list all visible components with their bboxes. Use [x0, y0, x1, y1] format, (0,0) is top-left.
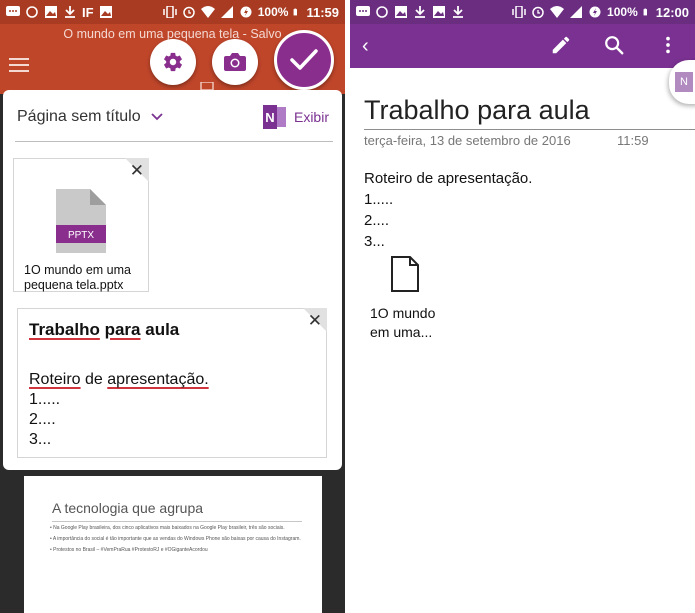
onenote-icon: N [262, 105, 286, 129]
download-icon [65, 6, 75, 18]
attachment-card[interactable]: ✕ PPTX 1O mundo em uma pequena tela.pptx [13, 158, 149, 292]
pencil-icon[interactable] [550, 34, 572, 56]
download-icon [453, 6, 463, 18]
battery-saver-icon [240, 6, 252, 18]
note-word: de [85, 371, 103, 388]
body-line: 2.... [364, 212, 390, 229]
wifi-icon [550, 6, 565, 18]
status-time: 12:00 [655, 4, 689, 20]
check-icon [290, 49, 318, 70]
page-time: 11:59 [617, 133, 649, 148]
onenote-icon: N [675, 72, 693, 92]
note-body: Roteiro de apresentação. 1..... 2.... 3.… [29, 370, 209, 450]
back-icon[interactable]: ‹ [362, 35, 369, 58]
note-word: apresentação. [107, 371, 209, 388]
alarm-icon [532, 6, 544, 18]
note-title-word: aula [145, 320, 180, 339]
note-line: 1..... [29, 391, 61, 408]
flipboard-icon: IF [82, 4, 94, 20]
camera-button[interactable] [212, 39, 258, 85]
close-icon[interactable]: ✕ [130, 161, 144, 181]
onenote-view-label: Exibir [293, 109, 329, 125]
file-name[interactable]: 1O mundo em uma... [370, 304, 450, 342]
vibrate-icon [512, 6, 526, 18]
message-icon [6, 6, 20, 16]
settings-button[interactable] [150, 39, 196, 85]
wifi-icon [200, 6, 215, 18]
hamburger-icon[interactable] [9, 58, 29, 72]
body-line: 1..... [364, 191, 394, 208]
page-body[interactable]: Roteiro de apresentação. 1..... 2.... 3.… [364, 168, 532, 252]
slide-bullets: • Na Google Play brasileira, dos cinco a… [50, 525, 310, 558]
note-card[interactable]: ✕ Trabalho para aula Roteiro de apresent… [17, 308, 327, 458]
chevron-down-icon [150, 113, 163, 121]
body-line: Roteiro de apresentação. [364, 170, 533, 187]
body-line: 3... [364, 233, 385, 250]
confirm-button[interactable] [274, 30, 334, 90]
slide-title: A tecnologia que agrupa [52, 500, 204, 516]
gear-icon [164, 52, 182, 72]
alarm-icon [183, 6, 195, 18]
left-screen: IF 100% 11:59 O mundo em uma pequena tel… [0, 0, 345, 613]
whatsapp-icon [26, 6, 38, 18]
page-name: Página sem título [17, 108, 141, 125]
note-word: Roteiro [29, 371, 81, 388]
note-line: 2.... [29, 411, 56, 428]
message-icon [356, 6, 370, 16]
battery-icon [294, 8, 298, 16]
whatsapp-icon [376, 6, 388, 18]
battery-saver-icon [589, 6, 601, 18]
divider [364, 129, 695, 130]
divider [52, 521, 302, 522]
onenote-view-button[interactable]: N Exibir [262, 104, 329, 130]
close-icon[interactable]: ✕ [308, 311, 322, 331]
attachment-name: 1O mundo em uma pequena tela.pptx [24, 263, 131, 292]
page-date: terça-feira, 13 de setembro de 2016 [364, 133, 571, 148]
battery-percent: 100% [607, 5, 638, 19]
battery-icon [643, 8, 647, 16]
divider [15, 141, 333, 142]
download-icon [415, 6, 425, 18]
onenote-floating-tab[interactable]: N [669, 60, 695, 104]
more-vert-icon[interactable] [657, 34, 679, 56]
search-icon[interactable] [603, 34, 625, 56]
share-card: Página sem título N Exibir ✕ PPTX 1O mun… [3, 90, 342, 470]
camera-icon [224, 53, 246, 71]
vibrate-icon [163, 6, 177, 18]
slide-preview: A tecnologia que agrupa • Na Google Play… [24, 476, 322, 613]
image-icon [99, 6, 112, 18]
file-icon[interactable] [390, 256, 420, 292]
note-title: Trabalho para aula [29, 320, 179, 340]
page-title[interactable]: Trabalho para aula [364, 95, 590, 126]
image-icon [395, 6, 407, 18]
note-title-word: para [104, 320, 141, 339]
image-icon [45, 6, 57, 18]
page-selector[interactable]: Página sem título [17, 108, 163, 126]
file-name-line: em uma... [370, 324, 433, 340]
svg-text:N: N [265, 110, 274, 125]
battery-percent: 100% [257, 5, 289, 19]
status-bar: 100% 12:00 [350, 0, 695, 24]
status-bar: IF 100% 11:59 [0, 0, 345, 24]
signal-icon [570, 6, 583, 18]
right-screen: 100% 12:00 ‹ N Trabalho para aula terça-… [350, 0, 695, 613]
slide-bullet: • A importância do social é tão importan… [50, 536, 301, 542]
status-time: 11:59 [306, 4, 339, 20]
file-icon: PPTX [56, 189, 106, 253]
slide-bullet: • Na Google Play brasileira, dos cinco a… [50, 525, 285, 531]
slide-bullet: • Protestos no Brasil – #VemPraRua #Prot… [50, 547, 208, 553]
file-type-badge: PPTX [68, 230, 94, 241]
note-line: 3... [29, 431, 52, 448]
app-bar: ‹ [350, 24, 695, 68]
signal-icon [220, 6, 233, 18]
file-name-line: 1O mundo [370, 305, 436, 321]
image-icon [433, 6, 445, 18]
note-title-word: Trabalho [29, 320, 100, 339]
